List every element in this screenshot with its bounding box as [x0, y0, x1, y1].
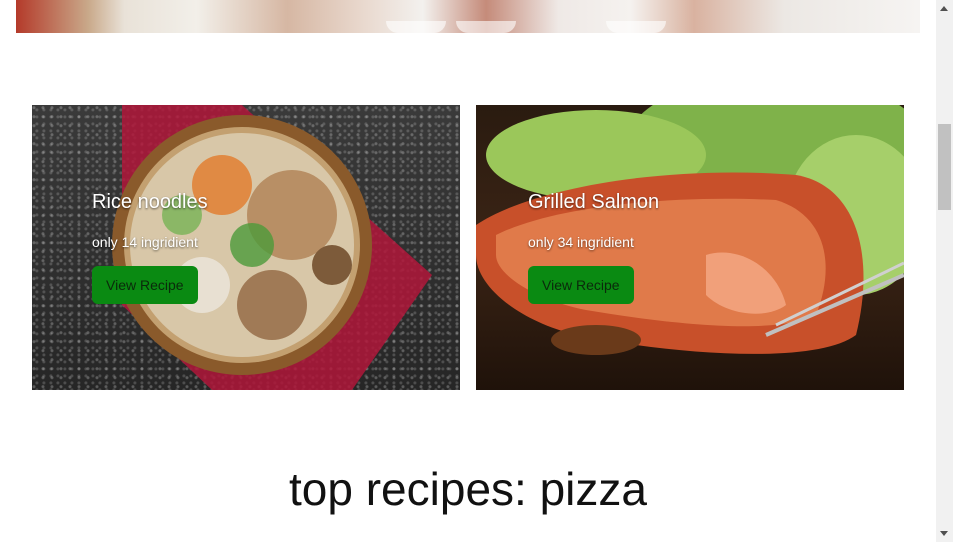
card-subtitle: only 34 ingridient: [528, 234, 634, 250]
scrollbar-thumb[interactable]: [938, 124, 951, 210]
card-subtitle: only 14 ingridient: [92, 234, 198, 250]
view-recipe-button[interactable]: View Recipe: [528, 266, 634, 304]
top-banner-image: [16, 0, 920, 33]
vertical-scrollbar[interactable]: [936, 0, 953, 542]
view-recipe-button[interactable]: View Recipe: [92, 266, 198, 304]
card-title: Rice noodles: [92, 191, 208, 213]
card-content: Grilled Salmon only 34 ingridient View R…: [528, 191, 659, 304]
recipe-card-rice-noodles: Rice noodles only 14 ingridient View Rec…: [32, 105, 460, 390]
card-content: Rice noodles only 14 ingridient View Rec…: [92, 191, 208, 304]
card-title: Grilled Salmon: [528, 191, 660, 213]
scroll-down-arrow-icon[interactable]: [940, 531, 948, 536]
recipe-card-grilled-salmon: Grilled Salmon only 34 ingridient View R…: [476, 105, 904, 390]
section-heading: top recipes: pizza: [289, 463, 647, 515]
scroll-up-arrow-icon[interactable]: [940, 6, 948, 11]
